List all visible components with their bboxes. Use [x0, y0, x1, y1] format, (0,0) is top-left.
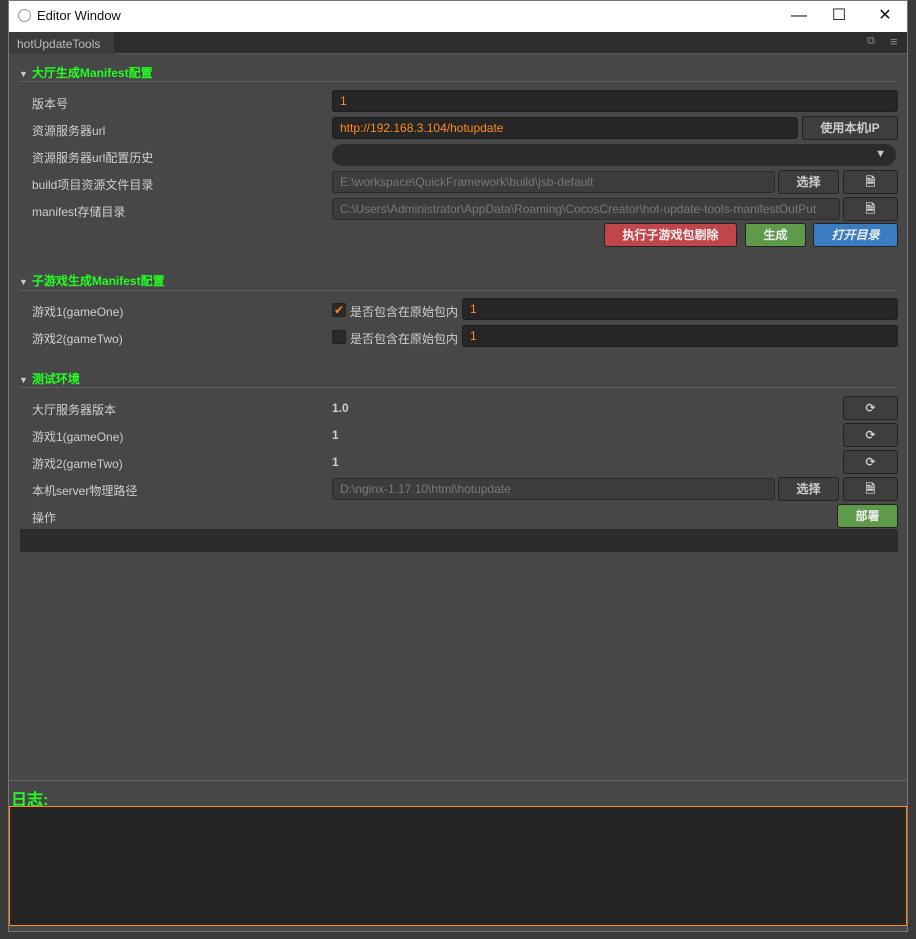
close-button[interactable]: ✕ [865, 5, 905, 27]
hall-server-version-value: 1.0 [332, 401, 349, 415]
editor-window: Editor Window — ☐ ✕ hotUpdateTools ⧉ ≡ ▼… [8, 0, 908, 932]
remove-subgame-button[interactable]: 执行子游戏包剔除 [604, 223, 737, 247]
manifest-open-file-button[interactable]: 🗎 [843, 197, 898, 221]
title-bar: Editor Window — ☐ ✕ [9, 1, 907, 32]
game-one-server-value: 1 [332, 428, 339, 442]
game-one-label: 游戏1(gameOne) [32, 305, 124, 319]
generate-button[interactable]: 生成 [745, 223, 806, 247]
game-one-server-label: 游戏1(gameOne) [32, 430, 124, 444]
refresh-game-two-button[interactable]: ⟳ [843, 450, 898, 474]
dropdown-arrow-icon: ▼ [875, 148, 886, 160]
section-test-header[interactable]: ▼ 测试环境 [19, 370, 80, 387]
operation-label: 操作 [32, 511, 57, 525]
game-two-label: 游戏2(gameTwo) [32, 332, 123, 346]
server-path-input[interactable]: D:\nginx-1.17.10\html\hotupdate [332, 478, 775, 500]
section-sub-header[interactable]: ▼ 子游戏生成Manifest配置 [19, 272, 165, 289]
include-label: 是否包含在原始包内 [350, 305, 459, 319]
use-local-ip-button[interactable]: 使用本机IP [802, 116, 898, 140]
build-dir-label: build项目资源文件目录 [32, 178, 154, 192]
refresh-hall-button[interactable]: ⟳ [843, 396, 898, 420]
tab-hot-update-tools[interactable]: hotUpdateTools [9, 32, 114, 54]
manifest-dir-input[interactable]: C:\Users\Administrator\AppData\Roaming\C… [332, 198, 840, 220]
section-hall-header[interactable]: ▼ 大厅生成Manifest配置 [19, 64, 153, 81]
popout-icon[interactable]: ⧉ [867, 35, 875, 48]
open-dir-button[interactable]: 打开目录 [813, 223, 898, 247]
server-open-file-button[interactable]: 🗎 [843, 477, 898, 501]
game-two-version-input[interactable]: 1 [462, 325, 898, 347]
game-two-server-label: 游戏2(gameTwo) [32, 457, 123, 471]
deploy-button[interactable]: 部署 [837, 504, 898, 528]
version-input[interactable]: 1 [332, 90, 898, 112]
divider [19, 387, 897, 388]
tab-bar: hotUpdateTools ⧉ ≡ [9, 32, 907, 54]
game-one-version-input[interactable]: 1 [462, 298, 898, 320]
refresh-icon: ⟳ [865, 428, 876, 442]
menu-icon[interactable]: ≡ [890, 34, 898, 49]
collapse-triangle-icon: ▼ [19, 375, 28, 385]
url-label: 资源服务器url [32, 124, 106, 138]
file-icon: 🗎 [865, 175, 876, 189]
build-dir-input[interactable]: E:\workspace\QuickFramework\build\jsb-de… [332, 171, 775, 193]
file-icon: 🗎 [865, 482, 876, 496]
server-path-label: 本机server物理路径 [32, 484, 138, 498]
build-open-file-button[interactable]: 🗎 [843, 170, 898, 194]
section-title: 大厅生成Manifest配置 [31, 66, 153, 80]
hall-server-version-label: 大厅服务器版本 [32, 403, 117, 417]
refresh-game-one-button[interactable]: ⟳ [843, 423, 898, 447]
log-output[interactable] [9, 806, 907, 926]
section-title: 子游戏生成Manifest配置 [31, 274, 165, 288]
game-two-server-value: 1 [332, 455, 339, 469]
file-icon: 🗎 [865, 202, 876, 216]
url-input[interactable]: http://192.168.3.104/hotupdate [332, 117, 798, 139]
manifest-dir-label: manifest存储目录 [32, 205, 126, 219]
collapse-triangle-icon: ▼ [19, 69, 28, 79]
divider [19, 290, 897, 291]
server-select-button[interactable]: 选择 [778, 477, 839, 501]
game-one-include-checkbox[interactable]: ✔ [332, 303, 346, 317]
url-history-label: 资源服务器url配置历史 [32, 151, 154, 165]
include-label: 是否包含在原始包内 [350, 332, 459, 346]
window-title: Editor Window [37, 8, 121, 23]
maximize-button[interactable]: ☐ [819, 5, 859, 27]
refresh-icon: ⟳ [865, 401, 876, 415]
minimize-button[interactable]: — [779, 5, 819, 27]
divider [19, 81, 897, 82]
section-title: 测试环境 [31, 372, 80, 386]
collapse-triangle-icon: ▼ [19, 277, 28, 287]
progress-bar [20, 529, 898, 552]
game-two-include-checkbox[interactable] [332, 330, 346, 344]
build-select-button[interactable]: 选择 [778, 170, 839, 194]
refresh-icon: ⟳ [865, 455, 876, 469]
divider [9, 780, 907, 781]
url-history-select[interactable]: ▼ [332, 144, 896, 166]
version-label: 版本号 [32, 97, 69, 111]
app-icon [18, 9, 31, 22]
